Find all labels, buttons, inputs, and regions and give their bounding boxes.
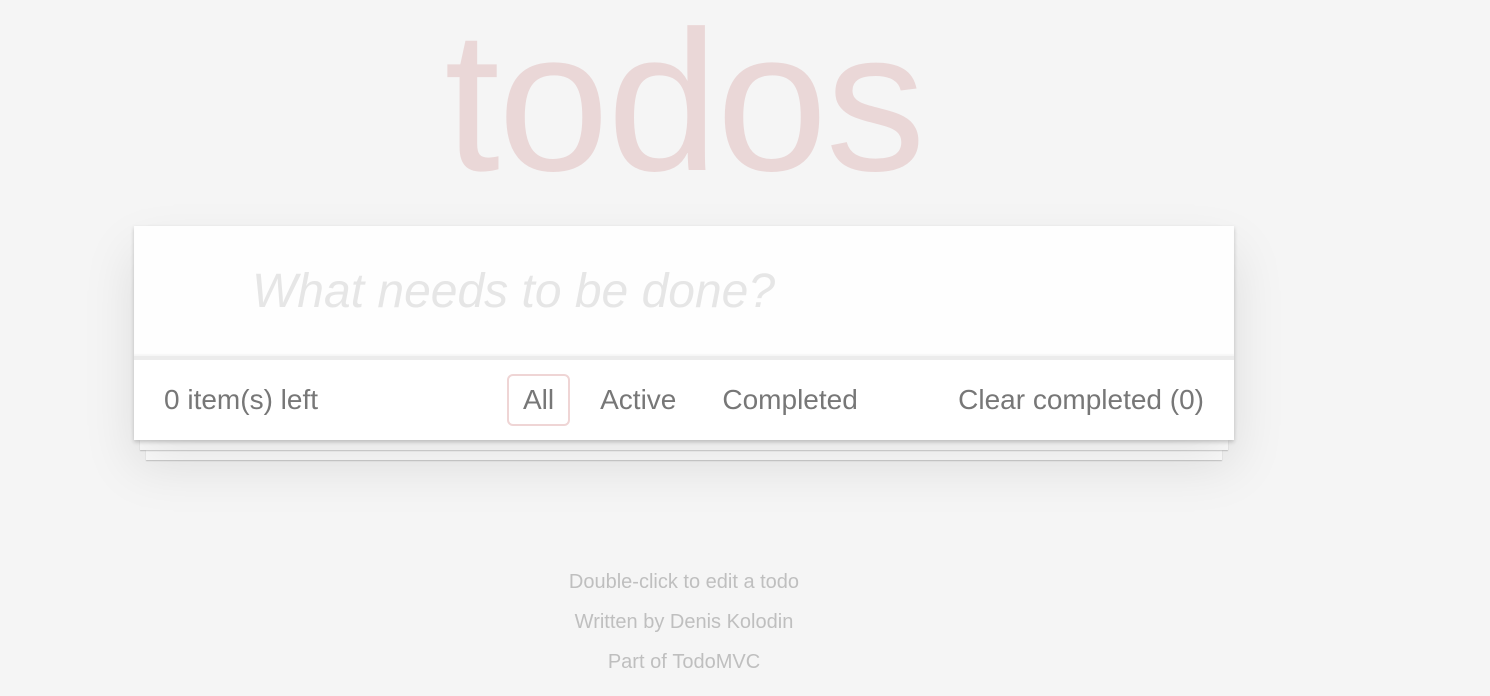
new-todo-input[interactable] — [134, 226, 1234, 356]
part-of-line: Part of TodoMVC — [134, 642, 1234, 682]
info-footer: Double-click to edit a todo Written by D… — [134, 562, 1234, 682]
author-link[interactable]: Denis Kolodin — [670, 611, 793, 633]
filter-tabs: All Active Completed — [507, 374, 874, 426]
filter-all[interactable]: All — [507, 374, 571, 426]
todomvc-link[interactable]: TodoMVC — [672, 651, 760, 673]
todo-footer: 0 item(s) left All Active Completed Clea… — [134, 356, 1234, 440]
filter-completed[interactable]: Completed — [706, 374, 873, 426]
filter-tab-item: Active — [584, 374, 692, 426]
items-left-count: 0 item(s) left — [164, 384, 319, 415]
todo-app: 0 item(s) left All Active Completed Clea… — [134, 226, 1234, 440]
filter-tab-item: All — [507, 374, 571, 426]
filter-tab-item: Completed — [706, 374, 873, 426]
clear-completed-button[interactable]: Clear completed (0) — [958, 380, 1204, 420]
filter-active[interactable]: Active — [584, 374, 692, 426]
edit-hint: Double-click to edit a todo — [568, 571, 800, 593]
written-by-prefix: Written by — [574, 611, 665, 633]
app-title: todos — [444, 0, 925, 213]
stacked-sheet-shadow — [146, 450, 1222, 460]
part-of-prefix: Part of — [607, 651, 667, 673]
written-by-line: Written by Denis Kolodin — [134, 602, 1234, 642]
stacked-sheet-shadow — [140, 440, 1228, 450]
